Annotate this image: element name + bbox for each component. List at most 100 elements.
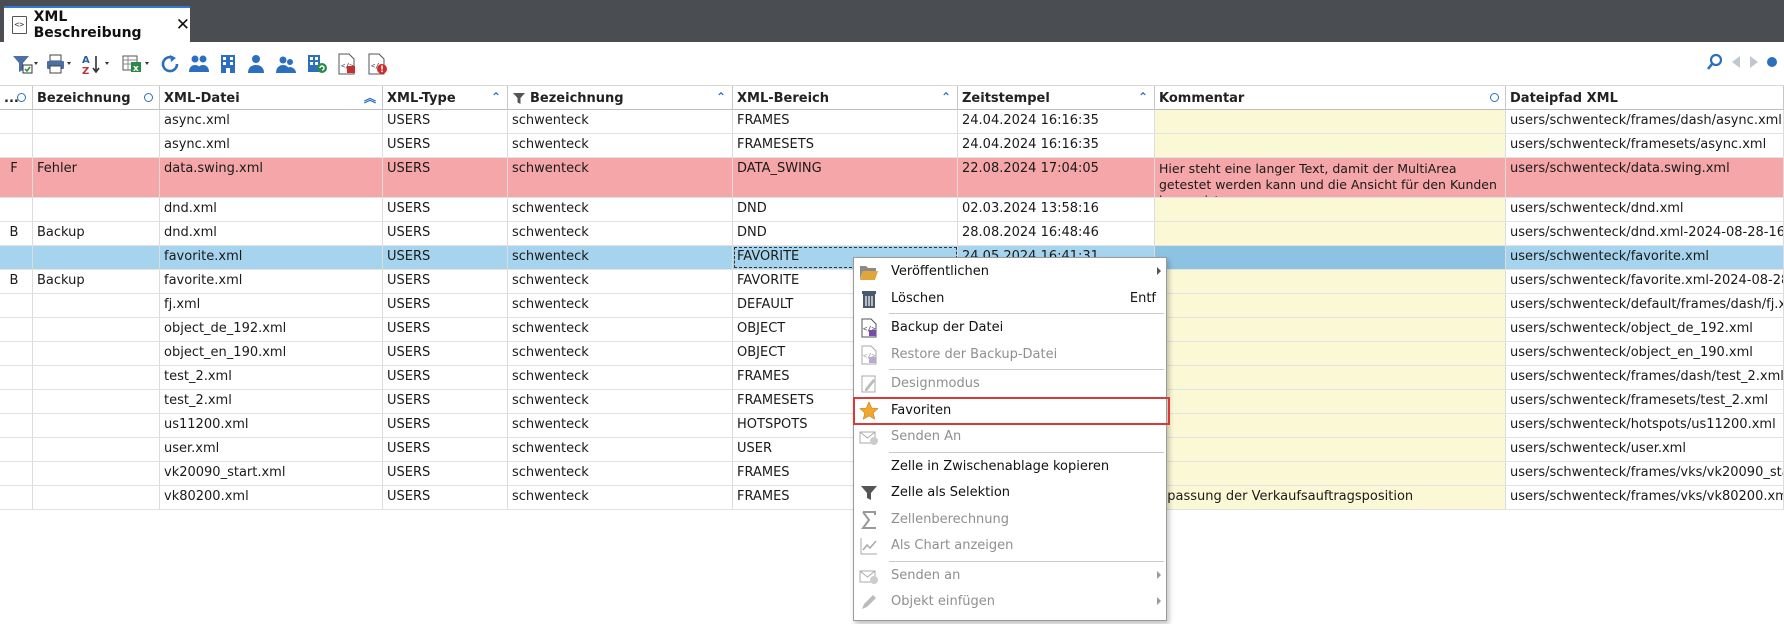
- column-settings-icon[interactable]: [1490, 93, 1499, 102]
- menu-item-zelle-in-zwischenablage-kopieren[interactable]: Zelle in Zwischenablage kopieren: [854, 454, 1166, 480]
- table-cell[interactable]: [33, 294, 160, 317]
- column-header-7[interactable]: Kommentar: [1155, 86, 1506, 110]
- table-cell[interactable]: [1155, 222, 1506, 245]
- table-cell[interactable]: schwenteck: [508, 462, 733, 485]
- table-cell[interactable]: USERS: [383, 222, 508, 245]
- table-cell[interactable]: USERS: [383, 134, 508, 157]
- sort-ascending-icon[interactable]: ⌃: [941, 90, 951, 104]
- table-cell[interactable]: F: [0, 158, 33, 197]
- table-cell[interactable]: [33, 318, 160, 341]
- table-cell[interactable]: DATA_SWING: [733, 158, 958, 197]
- table-cell[interactable]: [33, 414, 160, 437]
- table-cell[interactable]: vk20090_start.xml: [160, 462, 383, 485]
- table-cell[interactable]: [0, 486, 33, 509]
- sort-double-ascending-icon[interactable]: ︽: [364, 89, 376, 106]
- dot-icon[interactable]: [1766, 56, 1778, 72]
- table-cell[interactable]: Hier steht eine langer Text, damit der M…: [1155, 158, 1506, 197]
- table-cell[interactable]: dnd.xml: [160, 198, 383, 221]
- table-row[interactable]: async.xml USERS schwenteck FRAMESETS 24.04.2…: [0, 134, 1784, 158]
- table-cell[interactable]: [33, 366, 160, 389]
- table-cell[interactable]: users/schwenteck/dnd.xml-2024-08-28-16.4…: [1506, 222, 1784, 245]
- table-cell[interactable]: fj.xml: [160, 294, 383, 317]
- table-cell[interactable]: [0, 438, 33, 461]
- print-button[interactable]: [44, 52, 74, 76]
- table-cell[interactable]: [33, 462, 160, 485]
- table-cell[interactable]: users/schwenteck/object_de_192.xml: [1506, 318, 1784, 341]
- table-cell[interactable]: USERS: [383, 318, 508, 341]
- table-cell[interactable]: schwenteck: [508, 390, 733, 413]
- menu-item-backup-der-datei[interactable]: </> Backup der Datei: [854, 315, 1166, 341]
- table-cell[interactable]: Fehler: [33, 158, 160, 197]
- table-cell[interactable]: USERS: [383, 294, 508, 317]
- table-cell[interactable]: [1155, 318, 1506, 341]
- table-cell[interactable]: users/schwenteck/framesets/async.xml: [1506, 134, 1784, 157]
- column-settings-icon[interactable]: [144, 93, 153, 102]
- table-cell[interactable]: B: [0, 222, 33, 245]
- table-cell[interactable]: Backup: [33, 222, 160, 245]
- table-cell[interactable]: FRAMESETS: [733, 134, 958, 157]
- table-cell[interactable]: object_de_192.xml: [160, 318, 383, 341]
- table-cell[interactable]: npassung der Verkaufsauftragsposition: [1155, 486, 1506, 509]
- prev-icon[interactable]: [1730, 55, 1742, 73]
- table-cell[interactable]: USERS: [383, 246, 508, 269]
- table-cell[interactable]: [1155, 134, 1506, 157]
- column-header-6[interactable]: Zeitstempel ⌃: [958, 86, 1155, 110]
- filter-button[interactable]: [10, 52, 40, 76]
- table-cell[interactable]: [0, 366, 33, 389]
- table-cell[interactable]: USERS: [383, 342, 508, 365]
- table-cell[interactable]: async.xml: [160, 110, 383, 133]
- table-cell[interactable]: [33, 342, 160, 365]
- table-cell[interactable]: users/schwenteck/favorite.xml: [1506, 246, 1784, 269]
- table-row[interactable]: async.xml USERS schwenteck FRAMES 24.04.2024…: [0, 110, 1784, 134]
- sort-button[interactable]: AZ: [80, 52, 114, 76]
- column-header-3[interactable]: XML-Type ⌃: [383, 86, 508, 110]
- table-cell[interactable]: schwenteck: [508, 366, 733, 389]
- excel-export-button[interactable]: x: [120, 52, 154, 76]
- table-cell[interactable]: favorite.xml: [160, 270, 383, 293]
- table-cell[interactable]: schwenteck: [508, 342, 733, 365]
- table-cell[interactable]: [1155, 110, 1506, 133]
- column-header-1[interactable]: Bezeichnung: [33, 86, 160, 110]
- column-filter-icon[interactable]: [512, 91, 526, 105]
- menu-item-löschen[interactable]: Löschen Entf: [854, 286, 1166, 312]
- table-cell[interactable]: users/schwenteck/frames/vks/vk80200.xml: [1506, 486, 1784, 509]
- table-cell[interactable]: users/schwenteck/hotspots/us11200.xml: [1506, 414, 1784, 437]
- table-cell[interactable]: users/schwenteck/framesets/test_2.xml: [1506, 390, 1784, 413]
- table-cell[interactable]: favorite.xml: [160, 246, 383, 269]
- table-cell[interactable]: USERS: [383, 462, 508, 485]
- table-cell[interactable]: schwenteck: [508, 318, 733, 341]
- table-cell[interactable]: users/schwenteck/default/frames/dash/fj.…: [1506, 294, 1784, 317]
- table-cell[interactable]: us11200.xml: [160, 414, 383, 437]
- table-cell[interactable]: USERS: [383, 390, 508, 413]
- table-cell[interactable]: 24.04.2024 16:16:35: [958, 110, 1155, 133]
- table-cell[interactable]: [33, 134, 160, 157]
- table-cell[interactable]: USERS: [383, 438, 508, 461]
- table-cell[interactable]: USERS: [383, 366, 508, 389]
- table-cell[interactable]: [0, 198, 33, 221]
- sort-ascending-icon[interactable]: ⌃: [1138, 90, 1148, 104]
- table-cell[interactable]: users/schwenteck/frames/dash/test_2.xml: [1506, 366, 1784, 389]
- table-cell[interactable]: [1155, 270, 1506, 293]
- menu-item-favoriten[interactable]: Favoriten: [853, 396, 1170, 425]
- table-cell[interactable]: [1155, 390, 1506, 413]
- xml-file-button[interactable]: </>: [334, 52, 360, 76]
- column-header-5[interactable]: XML-Bereich ⌃: [733, 86, 958, 110]
- table-cell[interactable]: schwenteck: [508, 110, 733, 133]
- table-row[interactable]: F Fehler data.swing.xml USERS schwenteck DATA…: [0, 158, 1784, 198]
- table-cell[interactable]: schwenteck: [508, 438, 733, 461]
- table-cell[interactable]: DND: [733, 198, 958, 221]
- table-cell[interactable]: 24.04.2024 16:16:35: [958, 134, 1155, 157]
- table-cell[interactable]: [33, 198, 160, 221]
- user-pair-button[interactable]: [273, 52, 299, 76]
- table-cell[interactable]: schwenteck: [508, 198, 733, 221]
- table-cell[interactable]: vk80200.xml: [160, 486, 383, 509]
- table-cell[interactable]: [33, 486, 160, 509]
- table-cell[interactable]: object_en_190.xml: [160, 342, 383, 365]
- table-cell[interactable]: [0, 414, 33, 437]
- table-cell[interactable]: [1155, 366, 1506, 389]
- table-cell[interactable]: [0, 342, 33, 365]
- next-icon[interactable]: [1748, 55, 1760, 73]
- table-cell[interactable]: DND: [733, 222, 958, 245]
- table-cell[interactable]: [0, 294, 33, 317]
- table-cell[interactable]: users/schwenteck/favorite.xml-2024-08-28…: [1506, 270, 1784, 293]
